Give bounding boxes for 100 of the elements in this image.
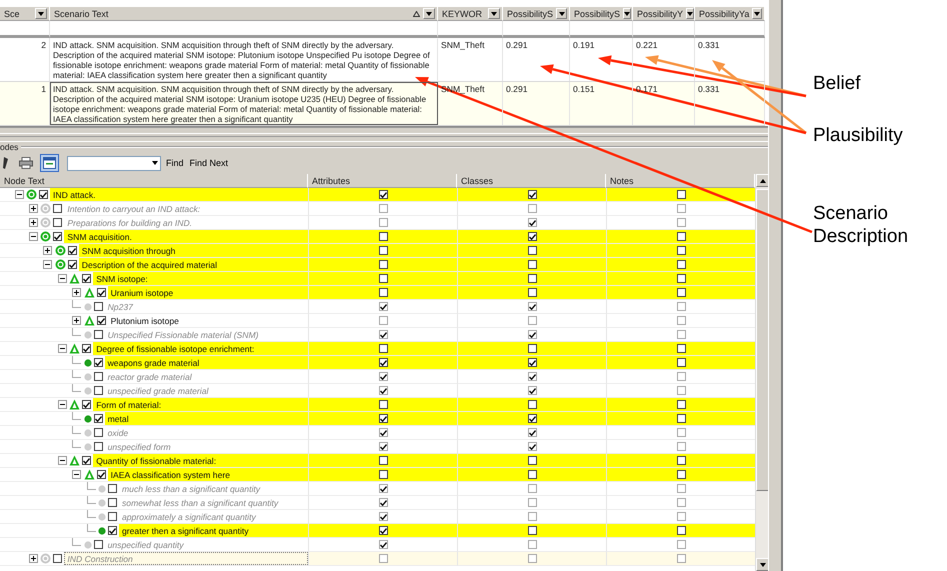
node-label[interactable]: Unspecified Fissionable material (SNM) bbox=[104, 328, 308, 341]
node-label[interactable]: greater then a significant quantity bbox=[119, 524, 308, 537]
filter-dropdown-button[interactable] bbox=[423, 8, 435, 19]
node-label[interactable]: oxide bbox=[104, 426, 308, 439]
expand-icon[interactable] bbox=[72, 316, 82, 325]
notes-checkbox[interactable] bbox=[676, 386, 686, 395]
column-header[interactable]: PossibilityS bbox=[503, 7, 570, 21]
classes-checkbox[interactable] bbox=[528, 316, 536, 325]
node-checkbox[interactable] bbox=[39, 190, 48, 199]
attributes-checkbox[interactable] bbox=[378, 470, 388, 479]
notes-checkbox[interactable] bbox=[676, 372, 686, 381]
attributes-checkbox[interactable] bbox=[378, 204, 388, 213]
node-label[interactable]: Preparations for building an IND. bbox=[64, 216, 308, 229]
column-header[interactable]: PossibilityYa bbox=[695, 7, 765, 21]
filter-dropdown-button[interactable] bbox=[623, 8, 632, 19]
collapse-icon[interactable] bbox=[58, 456, 67, 465]
expand-icon[interactable] bbox=[28, 554, 38, 563]
attributes-checkbox[interactable] bbox=[378, 428, 388, 437]
node-checkbox[interactable] bbox=[96, 316, 106, 325]
attributes-checkbox[interactable] bbox=[378, 274, 388, 283]
node-checkbox[interactable] bbox=[53, 218, 62, 227]
filter-dropdown-button[interactable] bbox=[752, 8, 762, 19]
attributes-checkbox[interactable] bbox=[378, 526, 388, 535]
classes-checkbox[interactable] bbox=[528, 218, 536, 227]
notes-checkbox[interactable] bbox=[676, 316, 686, 325]
toolbar-button[interactable] bbox=[40, 154, 59, 172]
table-row[interactable] bbox=[0, 82, 765, 126]
classes-checkbox[interactable] bbox=[528, 484, 536, 493]
attributes-checkbox[interactable] bbox=[378, 442, 388, 451]
node-label[interactable]: unspecified quantity bbox=[104, 538, 308, 551]
classes-checkbox[interactable] bbox=[528, 554, 536, 563]
classes-checkbox[interactable] bbox=[528, 386, 536, 395]
node-checkbox[interactable] bbox=[108, 498, 117, 507]
filter-cell[interactable] bbox=[633, 21, 695, 38]
node-label[interactable]: Plutonium isotope bbox=[108, 314, 308, 327]
column-header[interactable]: PossibilityY bbox=[633, 7, 695, 21]
node-checkbox[interactable] bbox=[53, 232, 62, 241]
node-checkbox[interactable] bbox=[108, 512, 117, 521]
collapse-icon[interactable] bbox=[58, 344, 67, 353]
attributes-checkbox[interactable] bbox=[378, 540, 388, 549]
classes-checkbox[interactable] bbox=[528, 498, 536, 507]
node-checkbox[interactable] bbox=[94, 302, 103, 311]
attributes-checkbox[interactable] bbox=[378, 414, 388, 423]
column-header[interactable]: Notes bbox=[606, 174, 755, 188]
filter-dropdown-button[interactable] bbox=[35, 8, 47, 19]
column-header[interactable]: Attributes bbox=[308, 174, 457, 188]
attributes-checkbox[interactable] bbox=[378, 288, 388, 297]
notes-checkbox[interactable] bbox=[676, 442, 686, 451]
node-checkbox[interactable] bbox=[94, 442, 103, 451]
classes-checkbox[interactable] bbox=[528, 442, 536, 451]
node-label[interactable]: SNM acquisition. bbox=[64, 230, 308, 243]
notes-checkbox[interactable] bbox=[676, 456, 686, 465]
notes-checkbox[interactable] bbox=[676, 232, 686, 241]
filter-dropdown-button[interactable] bbox=[488, 8, 500, 19]
collapse-icon[interactable] bbox=[58, 274, 67, 283]
notes-checkbox[interactable] bbox=[676, 414, 686, 423]
node-label[interactable]: reactor grade material bbox=[104, 370, 308, 383]
column-header[interactable]: KEYWOR bbox=[438, 7, 503, 21]
node-label[interactable]: somewhat less than a significant quantity bbox=[119, 496, 308, 509]
attributes-checkbox[interactable] bbox=[378, 330, 388, 339]
column-header[interactable]: Node Text bbox=[0, 174, 308, 188]
node-label[interactable]: Uranium isotope bbox=[108, 286, 308, 299]
classes-checkbox[interactable] bbox=[528, 232, 536, 241]
classes-checkbox[interactable] bbox=[528, 414, 536, 423]
classes-checkbox[interactable] bbox=[528, 400, 536, 409]
notes-checkbox[interactable] bbox=[676, 484, 686, 493]
notes-checkbox[interactable] bbox=[676, 428, 686, 437]
notes-checkbox[interactable] bbox=[676, 218, 686, 227]
collapse-icon[interactable] bbox=[43, 260, 52, 269]
attributes-checkbox[interactable] bbox=[378, 302, 388, 311]
classes-checkbox[interactable] bbox=[528, 540, 536, 549]
node-label[interactable]: unspecified grade material bbox=[104, 384, 308, 397]
notes-checkbox[interactable] bbox=[676, 288, 686, 297]
attributes-checkbox[interactable] bbox=[378, 316, 388, 325]
node-label[interactable]: Intention to carryout an IND attack: bbox=[64, 202, 308, 215]
node-checkbox[interactable] bbox=[53, 554, 62, 563]
attributes-checkbox[interactable] bbox=[378, 372, 388, 381]
node-label[interactable]: unspecified form bbox=[104, 440, 308, 453]
expand-icon[interactable] bbox=[72, 288, 82, 297]
table-row[interactable] bbox=[0, 38, 765, 82]
node-label[interactable]: metal bbox=[104, 412, 308, 425]
attributes-checkbox[interactable] bbox=[378, 246, 388, 255]
node-label[interactable]: weapons grade material bbox=[104, 356, 308, 369]
classes-checkbox[interactable] bbox=[528, 288, 536, 297]
classes-checkbox[interactable] bbox=[528, 358, 536, 367]
toolbar-button[interactable] bbox=[16, 154, 36, 172]
attributes-checkbox[interactable] bbox=[378, 344, 388, 353]
node-checkbox[interactable] bbox=[108, 526, 117, 535]
node-label[interactable]: SNM acquisition through bbox=[78, 244, 308, 257]
classes-checkbox[interactable] bbox=[528, 512, 536, 521]
notes-checkbox[interactable] bbox=[676, 526, 686, 535]
node-checkbox[interactable] bbox=[94, 428, 103, 437]
notes-checkbox[interactable] bbox=[676, 554, 686, 563]
classes-checkbox[interactable] bbox=[528, 204, 536, 213]
classes-checkbox[interactable] bbox=[528, 330, 536, 339]
notes-checkbox[interactable] bbox=[676, 246, 686, 255]
attributes-checkbox[interactable] bbox=[378, 484, 388, 493]
node-label[interactable]: Degree of fissionable isotope enrichment: bbox=[93, 342, 308, 355]
node-checkbox[interactable] bbox=[82, 344, 92, 353]
attributes-checkbox[interactable] bbox=[378, 400, 388, 409]
